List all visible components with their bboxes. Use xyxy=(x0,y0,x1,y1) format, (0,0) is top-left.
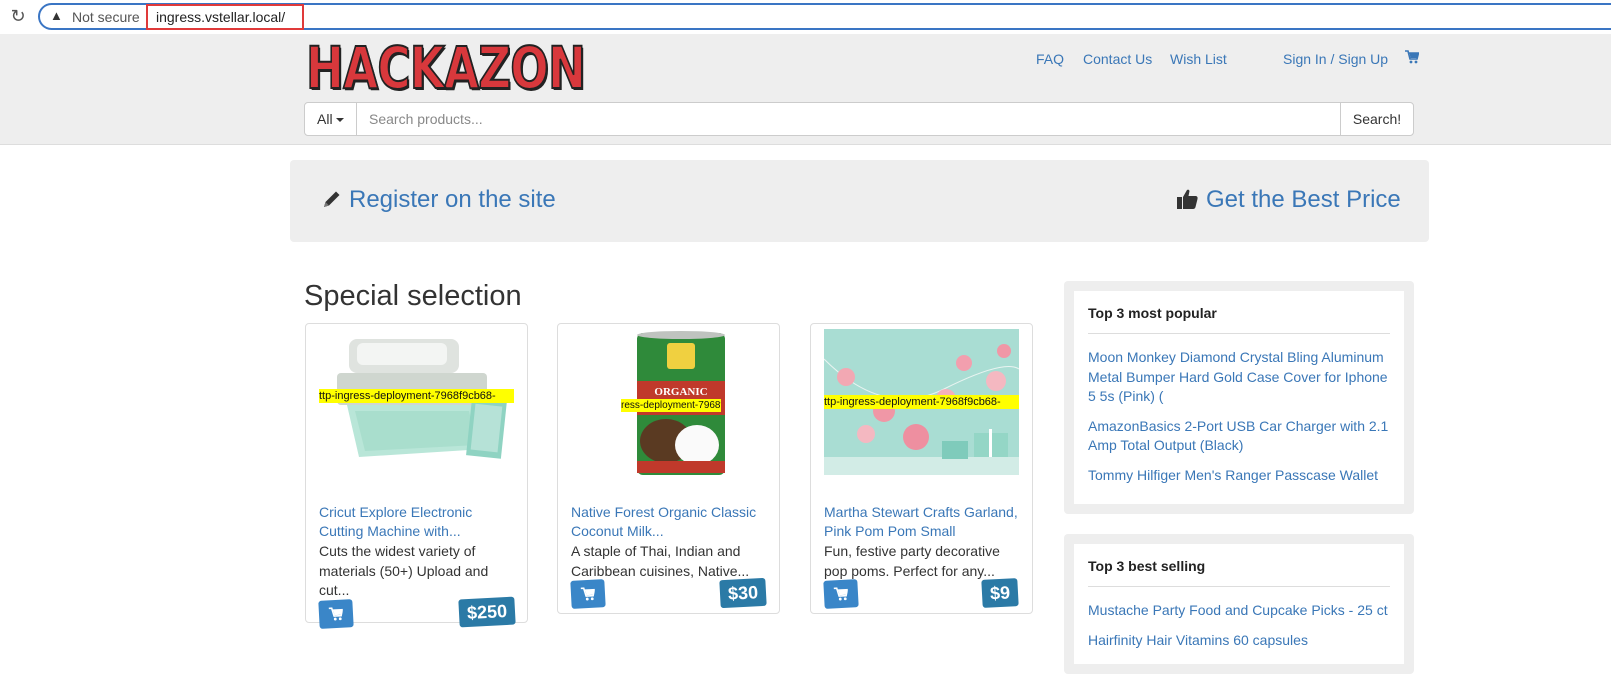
url-highlight-box: ingress.vstellar.local/ xyxy=(146,4,304,30)
product-card: ttp-ingress-deployment-7968f9cb68- Cricu… xyxy=(305,323,528,629)
add-to-cart-button[interactable] xyxy=(318,599,354,629)
best-selling-title: Top 3 best selling xyxy=(1088,544,1390,587)
svg-text:ORGANIC: ORGANIC xyxy=(654,386,707,398)
product-title[interactable]: Martha Stewart Crafts Garland, Pink Pom … xyxy=(824,503,1024,541)
search-input[interactable] xyxy=(357,103,1342,135)
product-title[interactable]: Cricut Explore Electronic Cutting Machin… xyxy=(319,503,519,541)
product-image-cutting-machine[interactable]: ttp-ingress-deployment-7968f9cb68- xyxy=(319,329,514,475)
add-to-cart-button[interactable] xyxy=(823,579,859,609)
address-bar[interactable]: ▲ Not secure ingress.vstellar.local/ xyxy=(38,3,1611,30)
cart-icon xyxy=(328,607,344,621)
price-badge: $250 xyxy=(458,596,516,628)
caret-down-icon xyxy=(335,118,344,123)
nav-sign-in[interactable]: Sign In / Sign Up xyxy=(1283,51,1388,67)
url-text[interactable]: ingress.vstellar.local/ xyxy=(156,9,285,25)
search-button[interactable]: Search! xyxy=(1340,103,1413,135)
most-popular-inner: Top 3 most popular Moon Monkey Diamond C… xyxy=(1074,291,1404,504)
best-price-label: Get the Best Price xyxy=(1206,186,1401,213)
bestselling-item-link[interactable]: Hairfinity Hair Vitamins 60 capsules xyxy=(1088,631,1390,651)
product-title[interactable]: Native Forest Organic Classic Coconut Mi… xyxy=(571,503,771,541)
nav-wish-list[interactable]: Wish List xyxy=(1170,51,1227,67)
register-link[interactable]: Register on the site xyxy=(321,186,556,214)
best-selling-inner: Top 3 best selling Mustache Party Food a… xyxy=(1074,544,1404,664)
site-logo[interactable]: HACKAZON xyxy=(305,37,586,99)
product-description: Cuts the widest variety of materials (50… xyxy=(319,543,489,598)
category-label: All xyxy=(317,111,333,127)
nav-contact-us[interactable]: Contact Us xyxy=(1083,51,1152,67)
add-to-cart-button[interactable] xyxy=(570,579,606,609)
section-title: Special selection xyxy=(304,280,522,312)
security-label[interactable]: Not secure xyxy=(72,9,140,25)
price-badge: $9 xyxy=(981,578,1019,608)
product-description: A staple of Thai, Indian and Caribbean c… xyxy=(571,543,750,579)
browser-toolbar: ↻ ▲ Not secure ingress.vstellar.local/ xyxy=(0,0,1611,34)
debug-overlay: ttp-ingress-deployment-7968f9cb68- xyxy=(319,389,514,403)
promo-banner: Register on the site Get the Best Price xyxy=(290,160,1429,242)
most-popular-title: Top 3 most popular xyxy=(1088,291,1390,334)
price-badge: $30 xyxy=(719,577,767,609)
warning-icon[interactable]: ▲ xyxy=(50,8,63,23)
most-popular-panel: Top 3 most popular Moon Monkey Diamond C… xyxy=(1064,281,1414,514)
bestselling-item-link[interactable]: Mustache Party Food and Cupcake Picks - … xyxy=(1088,601,1390,621)
product-card: ORGANIC ress-deployment-7968f Native For… xyxy=(557,323,780,614)
reload-icon[interactable]: ↻ xyxy=(8,6,28,26)
pencil-icon xyxy=(324,191,340,207)
category-dropdown[interactable]: All xyxy=(305,103,357,135)
register-label: Register on the site xyxy=(349,186,556,213)
site-header: HACKAZON FAQ Contact Us Wish List Sign I… xyxy=(0,34,1611,145)
search-bar: All Search! xyxy=(304,102,1414,136)
best-selling-panel: Top 3 best selling Mustache Party Food a… xyxy=(1064,534,1414,674)
product-image-pom-garland[interactable]: ttp-ingress-deployment-7968f9cb68- xyxy=(824,329,1019,475)
popular-item-link[interactable]: Tommy Hilfiger Men's Ranger Passcase Wal… xyxy=(1088,466,1390,486)
nav-faq[interactable]: FAQ xyxy=(1036,51,1064,67)
cart-icon xyxy=(580,587,596,601)
product-card: ttp-ingress-deployment-7968f9cb68- Marth… xyxy=(810,323,1033,614)
popular-item-link[interactable]: AmazonBasics 2-Port USB Car Charger with… xyxy=(1088,417,1390,456)
cart-icon[interactable] xyxy=(1405,50,1419,64)
debug-overlay: ttp-ingress-deployment-7968f9cb68- xyxy=(824,395,1019,409)
thumbs-up-icon xyxy=(1177,189,1198,209)
popular-item-link[interactable]: Moon Monkey Diamond Crystal Bling Alumin… xyxy=(1088,348,1390,407)
best-price-link[interactable]: Get the Best Price xyxy=(1176,186,1401,214)
debug-overlay: ress-deployment-7968f xyxy=(621,399,721,412)
product-image-coconut-milk[interactable]: ORGANIC ress-deployment-7968f xyxy=(571,329,766,475)
product-description: Fun, festive party decorative pop poms. … xyxy=(824,543,1000,579)
cart-icon xyxy=(833,587,849,601)
